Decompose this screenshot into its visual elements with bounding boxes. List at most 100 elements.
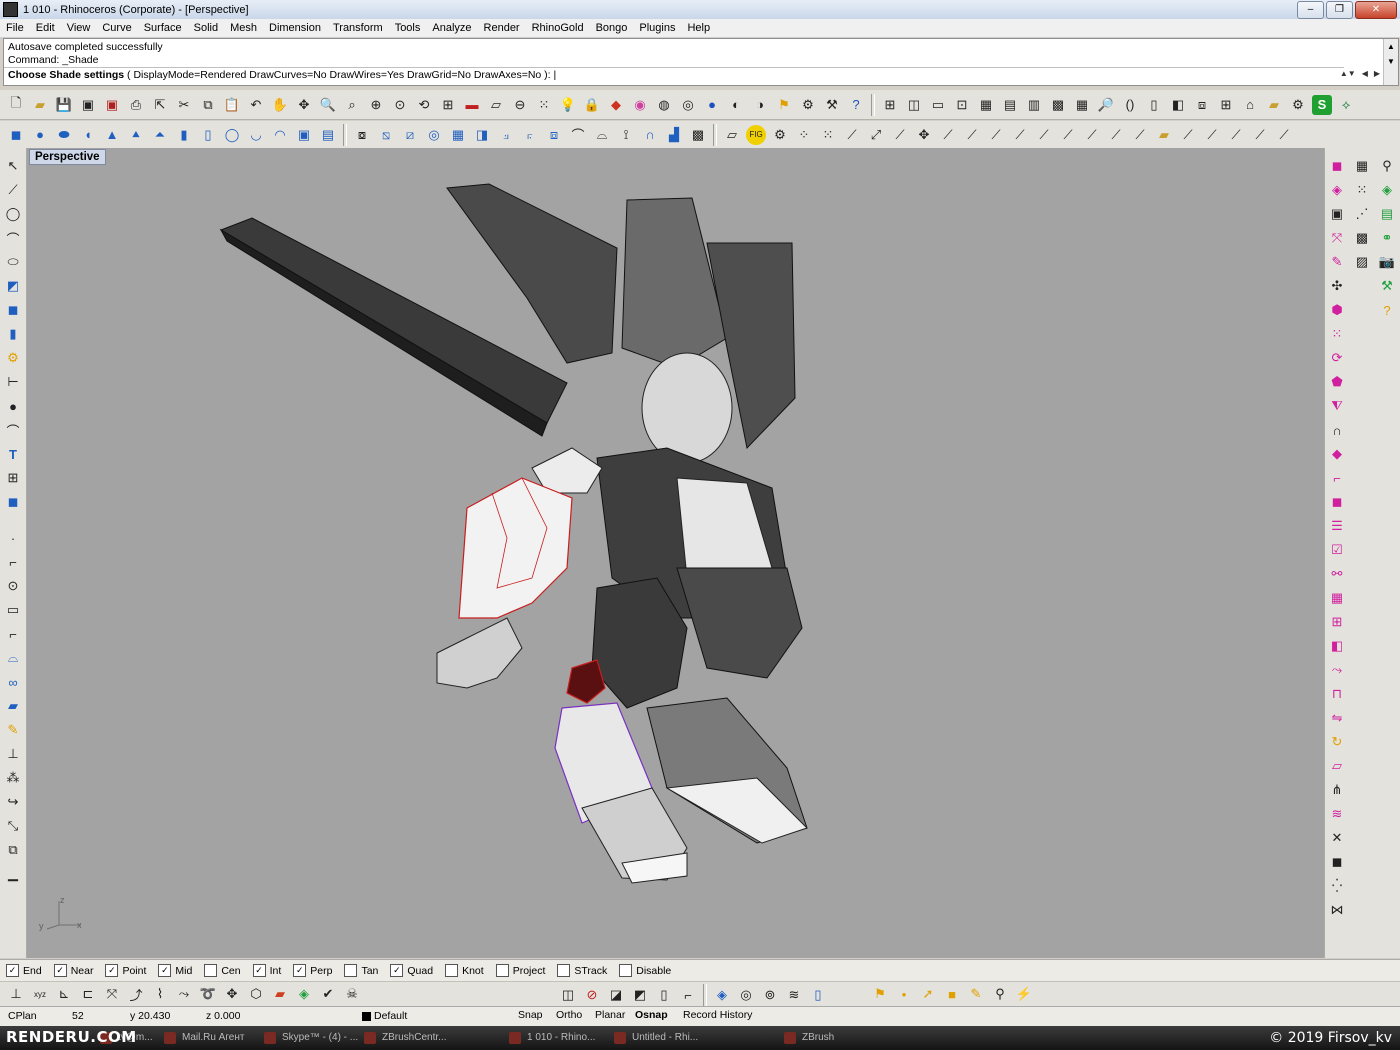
- array-grid-icon[interactable]: ▩: [688, 125, 708, 145]
- menu-rhinogold[interactable]: RhinoGold: [526, 22, 590, 34]
- sel-points-icon[interactable]: ⌐: [678, 985, 698, 1005]
- menu-analyze[interactable]: Analyze: [426, 22, 477, 34]
- surface-folder-icon[interactable]: ▰: [1154, 125, 1174, 145]
- flag-icon[interactable]: ⚑: [774, 95, 794, 115]
- ruler-icon[interactable]: ▁: [3, 864, 23, 884]
- osnap-knot-checkbox[interactable]: [445, 964, 459, 977]
- edit-curve-icon[interactable]: ⌇: [150, 984, 170, 1004]
- arrow-right-icon[interactable]: ▶: [1374, 69, 1380, 78]
- tube-icon[interactable]: ▯: [198, 125, 218, 145]
- minimize-button[interactable]: –: [1297, 1, 1324, 19]
- surface-edit-11-icon[interactable]: ⟋: [1178, 125, 1198, 145]
- boolean-difference-icon[interactable]: ⧅: [376, 125, 396, 145]
- mesh-pentagon-icon[interactable]: ⬟: [1327, 372, 1347, 392]
- window-icon[interactable]: ⊞: [1216, 95, 1236, 115]
- surface-edit-14-icon[interactable]: ⟋: [1250, 125, 1270, 145]
- osnap-project[interactable]: Project: [495, 964, 545, 977]
- sel-curves-icon[interactable]: ◪: [606, 985, 626, 1005]
- surface-edit-8-icon[interactable]: ⟋: [1082, 125, 1102, 145]
- surface-pts-icon[interactable]: ⟋: [890, 125, 910, 145]
- folder-icon[interactable]: ▰: [1264, 95, 1284, 115]
- menu-dimension[interactable]: Dimension: [263, 22, 327, 34]
- cplane-axis-icon[interactable]: ⊾: [54, 984, 74, 1004]
- mesh-arrows-icon[interactable]: ⤧: [1327, 228, 1347, 248]
- car-icon[interactable]: ▬: [462, 95, 482, 115]
- gem-cube-icon[interactable]: ◈: [1377, 180, 1397, 200]
- osnap-end-checkbox[interactable]: ✓: [6, 964, 19, 977]
- options-icon[interactable]: ⚒: [822, 95, 842, 115]
- dimension-box-icon[interactable]: ⊏: [78, 984, 98, 1004]
- mesh-bridge-icon[interactable]: ⊓: [1327, 684, 1347, 704]
- surface-edit-15-icon[interactable]: ⟋: [1274, 125, 1294, 145]
- mesh-dots-icon[interactable]: ⁙: [1327, 324, 1347, 344]
- record-history-toggle[interactable]: Record History: [676, 1008, 759, 1022]
- taskbar-item[interactable]: ZBrush: [780, 1029, 898, 1047]
- taskbar-item[interactable]: 1 010 - Rhino...: [505, 1029, 623, 1047]
- osnap-mid-checkbox[interactable]: ✓: [158, 964, 172, 977]
- osnap-point[interactable]: ✓ Point: [105, 964, 146, 977]
- pipe-variable-icon[interactable]: ◠: [270, 125, 290, 145]
- bolt-icon[interactable]: ⚡: [1014, 984, 1034, 1004]
- panel-icon[interactable]: ◧: [1168, 95, 1188, 115]
- sel-surfaces-icon[interactable]: ◩: [630, 985, 650, 1005]
- polygon-icon[interactable]: ⬡: [246, 984, 266, 1004]
- new-file-icon[interactable]: 🗋: [6, 95, 26, 115]
- color-wheel-icon[interactable]: ◉: [630, 95, 650, 115]
- skull-icon[interactable]: ☠: [342, 984, 362, 1004]
- magnify-icon[interactable]: 🔎: [1096, 95, 1116, 115]
- cube-blue-icon[interactable]: ◼: [3, 492, 23, 512]
- scatter-points-icon[interactable]: ⁙: [1352, 180, 1372, 200]
- scroll-down-icon[interactable]: ▼: [1384, 54, 1398, 69]
- wireframe-sphere-icon[interactable]: ◍: [654, 95, 674, 115]
- text-solid-icon[interactable]: ▟: [664, 125, 684, 145]
- points-grid-2-icon[interactable]: ⁙: [818, 125, 838, 145]
- snap-circle-icon[interactable]: ⊖: [510, 95, 530, 115]
- sel-polysurf-icon[interactable]: ◈: [712, 985, 732, 1005]
- undo-view-icon[interactable]: ⟲: [414, 95, 434, 115]
- sel-all-icon[interactable]: ◫: [558, 985, 578, 1005]
- split-view-icon[interactable]: ◫: [904, 95, 924, 115]
- select-arrow-icon[interactable]: ↖: [3, 156, 23, 176]
- close-button[interactable]: ✕: [1355, 1, 1397, 19]
- box-icon[interactable]: ◼: [6, 125, 26, 145]
- planar-toggle[interactable]: Planar: [588, 1008, 632, 1022]
- loft-icon[interactable]: ⌓: [3, 648, 23, 668]
- shell-icon[interactable]: ⧈: [544, 125, 564, 145]
- osnap-toggle[interactable]: Osnap: [628, 1008, 675, 1022]
- cap-planar-icon[interactable]: ▦: [448, 125, 468, 145]
- top-view-icon[interactable]: ⊡: [952, 95, 972, 115]
- save-as-icon[interactable]: ▣: [102, 95, 122, 115]
- sel-layer-icon[interactable]: ⊚: [760, 985, 780, 1005]
- pan-hand-icon[interactable]: ✋: [270, 95, 290, 115]
- curve-point-icon[interactable]: ⤴: [126, 984, 146, 1004]
- mesh-layers-icon[interactable]: ◧: [1327, 636, 1347, 656]
- camera-icon[interactable]: 📷: [1377, 252, 1397, 272]
- snap-toggle[interactable]: Snap: [511, 1008, 550, 1022]
- surface-edit-7-icon[interactable]: ⟋: [1058, 125, 1078, 145]
- cone-icon[interactable]: ▲: [102, 125, 122, 145]
- sel-none-icon[interactable]: ⊘: [582, 985, 602, 1005]
- mesh-link-icon[interactable]: ⚯: [1327, 564, 1347, 584]
- blob-icon[interactable]: ●: [3, 396, 23, 416]
- grid-view-icon[interactable]: ▩: [1048, 95, 1068, 115]
- cylinder-view-icon[interactable]: ▯: [1144, 95, 1164, 115]
- sel-color-icon[interactable]: ◎: [736, 985, 756, 1005]
- terrain-icon[interactable]: ⌂: [1240, 95, 1260, 115]
- ortho-toggle[interactable]: Ortho: [549, 1008, 589, 1022]
- solid-cylinder-icon[interactable]: ▮: [3, 324, 23, 344]
- ring-icon[interactable]: ⚲: [1377, 156, 1397, 176]
- surface-arrow-icon[interactable]: ⤢: [866, 125, 886, 145]
- command-scrollbar[interactable]: ▲ ▼: [1383, 39, 1398, 85]
- help-icon[interactable]: ?: [846, 95, 866, 115]
- tool-green-icon[interactable]: ⚒: [1377, 276, 1397, 296]
- help-gold-icon[interactable]: ?: [1377, 300, 1397, 320]
- pencil-snap-icon[interactable]: ✎: [966, 984, 986, 1004]
- layer-icon[interactable]: ◆: [606, 95, 626, 115]
- export-icon[interactable]: ⇱: [150, 95, 170, 115]
- arch-icon[interactable]: ∩: [640, 125, 660, 145]
- paren-icon[interactable]: (): [1120, 95, 1140, 115]
- right-view-icon[interactable]: ▤: [1000, 95, 1020, 115]
- rotate-view-icon[interactable]: ✥: [294, 95, 314, 115]
- mesh-frame-icon[interactable]: ▣: [1327, 204, 1347, 224]
- ellipsoid-icon[interactable]: ⬬: [54, 125, 74, 145]
